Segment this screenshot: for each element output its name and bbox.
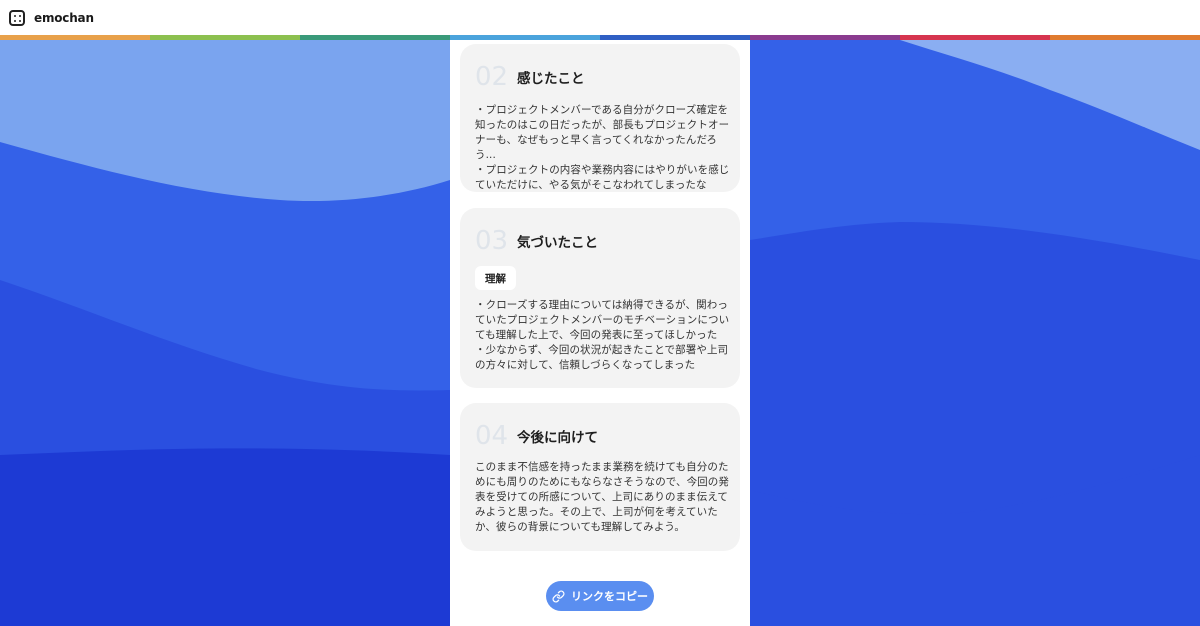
card-title: 感じたこと <box>517 71 585 87</box>
card-number: 04 <box>475 421 509 451</box>
card-body: このまま不信感を持ったまま業務を続けても自分のためにも周りのためにもならなさそう… <box>475 461 729 533</box>
card-title: 気づいたこと <box>517 235 598 251</box>
card-body: ・プロジェクトメンバーである自分がクローズ確定を知ったのはこの日だったが、部長も… <box>475 104 730 191</box>
copy-link-label: リンクをコピー <box>571 590 648 603</box>
reflection-card-next-steps: 04 今後に向けて このまま不信感を持ったまま業務を続けても自分のためにも周りの… <box>460 403 740 551</box>
app-logo-text[interactable]: emochan <box>34 11 94 25</box>
card-body: ・クローズする理由については納得できるが、関わっていたプロジェクトメンバーのモチ… <box>475 299 730 371</box>
emotion-tag: 理解 <box>475 266 516 290</box>
card-title: 今後に向けて <box>517 430 598 446</box>
reflection-card-feelings: 02 感じたこと ・プロジェクトメンバーである自分がクローズ確定を知ったのはこの… <box>460 44 740 192</box>
top-bar: emochan <box>0 0 1200 35</box>
link-icon <box>552 589 565 603</box>
smiley-face-icon[interactable] <box>9 9 25 26</box>
card-number: 02 <box>475 62 509 92</box>
copy-link-button[interactable]: リンクをコピー <box>546 581 654 611</box>
card-number: 03 <box>475 226 509 256</box>
reflection-card-realizations: 03 気づいたこと 理解 ・クローズする理由については納得できるが、関わっていた… <box>460 208 740 388</box>
